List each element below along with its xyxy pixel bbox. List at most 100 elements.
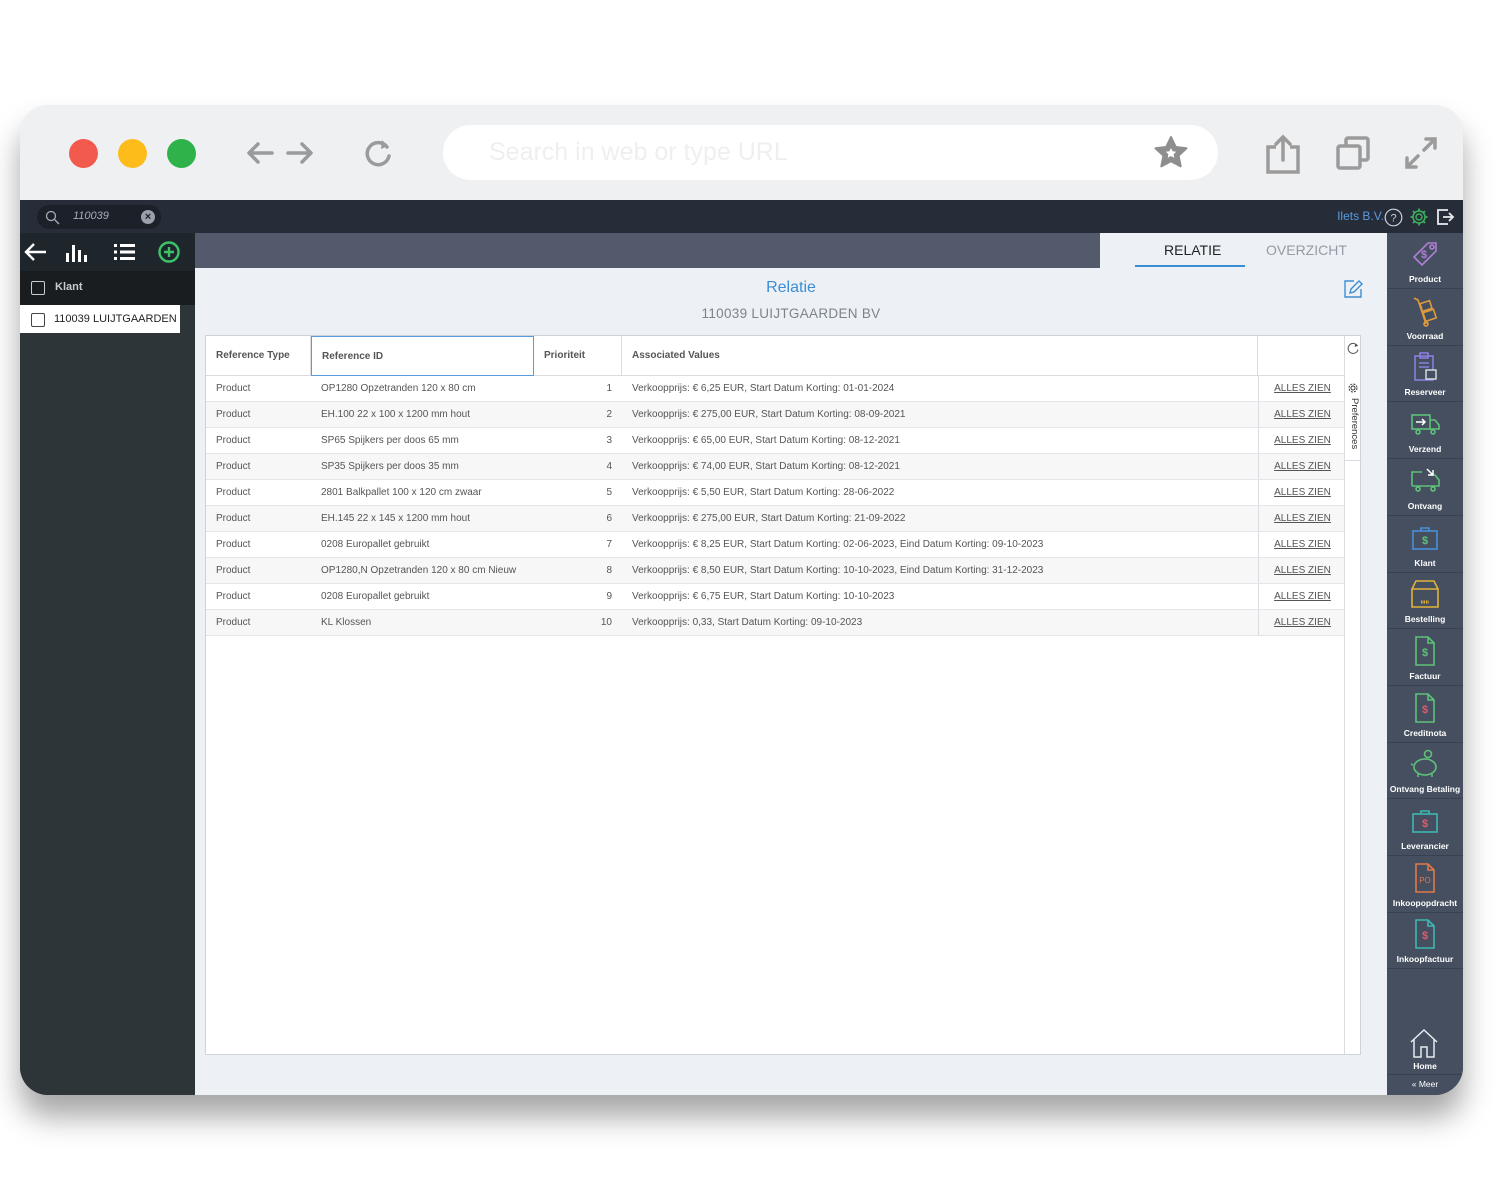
- cell-prioriteit: 7: [606, 539, 612, 550]
- list-item[interactable]: 110039 LUIJTGAARDEN BV: [20, 305, 180, 333]
- fullscreen-icon[interactable]: [1403, 135, 1439, 171]
- piggy-bank-icon: [1410, 749, 1437, 778]
- see-all-link[interactable]: ALLES ZIEN: [1259, 610, 1346, 636]
- nav-item-home[interactable]: Home: [1387, 1026, 1463, 1074]
- column-header-associated-values[interactable]: Associated Values: [622, 336, 1258, 376]
- cell-reference-id: 0208 Europallet gebruikt: [321, 591, 430, 602]
- select-all-checkbox[interactable]: [31, 281, 45, 295]
- nav-item-leverancier[interactable]: $ Leverancier: [1387, 800, 1463, 856]
- nav-item-label: Reserveer: [1404, 387, 1446, 398]
- see-all-link[interactable]: ALLES ZIEN: [1259, 532, 1346, 558]
- minimize-window-button[interactable]: [118, 139, 147, 168]
- nav-item-voorraad[interactable]: Voorraad: [1387, 290, 1463, 346]
- url-bar[interactable]: [443, 125, 1218, 180]
- tabs-icon[interactable]: [1335, 135, 1371, 171]
- table-row[interactable]: Product SP65 Spijkers per doos 65 mm 3 Verk…: [206, 428, 1346, 454]
- forward-arrow-icon[interactable]: [282, 135, 318, 171]
- see-all-link[interactable]: ALLES ZIEN: [1259, 376, 1346, 402]
- clear-icon[interactable]: ×: [141, 210, 155, 224]
- search-icon: [45, 210, 60, 225]
- back-arrow-icon[interactable]: [23, 239, 49, 265]
- nav-item-product[interactable]: $ Product: [1387, 233, 1463, 289]
- tab-relatie[interactable]: RELATIE: [1164, 242, 1221, 258]
- global-search[interactable]: 110039 ×: [37, 205, 161, 229]
- table-row[interactable]: Product 0208 Europallet gebruikt 7 Verkoopp…: [206, 532, 1346, 558]
- table-row[interactable]: Product SP35 Spijkers per doos 35 mm 4 Verk…: [206, 454, 1346, 480]
- nav-item-inkoopfactuur[interactable]: $ Inkoopfactuur: [1387, 913, 1463, 970]
- list-item-checkbox[interactable]: [31, 313, 45, 327]
- table-row[interactable]: Product EH.145 22 x 145 x 1200 mm hout 6 Ve…: [206, 506, 1346, 532]
- nav-item-label: Klant: [1414, 557, 1436, 568]
- bar-chart-icon[interactable]: [63, 239, 89, 265]
- svg-text:?: ?: [1390, 213, 1396, 225]
- column-header-actions: [1258, 336, 1346, 376]
- column-header-reference-id[interactable]: Reference ID: [311, 336, 534, 376]
- nav-item-factuur[interactable]: $ Factuur: [1387, 630, 1463, 686]
- share-icon[interactable]: [1263, 133, 1303, 175]
- right-nav: $ Product Voorraad Reserveer Verzend Ontvang $…: [1387, 233, 1463, 1095]
- table-row[interactable]: Product KL Klossen 10 Verkoopprijs: 0,33, S…: [206, 610, 1346, 636]
- page-title: Relatie: [766, 279, 816, 296]
- column-header-reference-type[interactable]: Reference Type: [206, 336, 311, 376]
- cell-prioriteit: 5: [606, 487, 612, 498]
- reload-icon[interactable]: [360, 135, 396, 171]
- maximize-window-button[interactable]: [167, 139, 196, 168]
- company-name[interactable]: Ilets B.V.: [1337, 209, 1384, 223]
- nav-item-label: Product: [1408, 274, 1442, 284]
- see-all-link[interactable]: ALLES ZIEN: [1259, 558, 1346, 584]
- nav-item-bestelling[interactable]: Bestelling: [1387, 573, 1463, 630]
- nav-item-reserveer[interactable]: Reserveer: [1387, 346, 1463, 403]
- see-all-link[interactable]: ALLES ZIEN: [1259, 480, 1346, 506]
- cell-prioriteit: 9: [606, 591, 612, 602]
- preferences-tab[interactable]: Preferences: [1345, 376, 1361, 461]
- add-circle-icon[interactable]: [156, 239, 182, 265]
- table-row[interactable]: Product OP1280,N Opzetranden 120 x 80 cm …: [206, 558, 1346, 584]
- nav-item-verzend[interactable]: Verzend: [1387, 403, 1463, 460]
- table-row[interactable]: Product EH.100 22 x 100 x 1200 mm hout 2 Ve…: [206, 402, 1346, 428]
- refresh-icon[interactable]: [1346, 341, 1360, 355]
- help-icon[interactable]: ?: [1384, 208, 1403, 227]
- star-icon[interactable]: [1152, 134, 1190, 172]
- gear-icon[interactable]: [1409, 207, 1429, 227]
- nav-item-label: Bestelling: [1404, 614, 1446, 625]
- truck-receive-icon: [1411, 468, 1440, 492]
- column-header-prioriteit[interactable]: Prioriteit: [534, 336, 622, 376]
- table-row[interactable]: Product 2801 Balkpallet 100 x 120 cm zwaa…: [206, 480, 1346, 506]
- nav-item-ontvang-betaling[interactable]: Ontvang Betaling: [1387, 743, 1463, 800]
- preferences-label: Preferences: [1349, 398, 1360, 450]
- invoice-dollar-icon: $: [1415, 636, 1435, 666]
- more-button[interactable]: « Meer: [1387, 1074, 1463, 1095]
- see-all-link[interactable]: ALLES ZIEN: [1259, 584, 1346, 610]
- cell-prioriteit: 1: [606, 383, 612, 394]
- gear-icon: [1348, 383, 1358, 393]
- back-arrow-icon[interactable]: [242, 135, 278, 171]
- nav-item-inkoopopdracht[interactable]: PO Inkoopopdracht: [1387, 857, 1463, 913]
- cell-reference-type: Product: [216, 617, 251, 628]
- search-value[interactable]: 110039: [73, 210, 109, 222]
- edit-icon[interactable]: [1342, 278, 1364, 300]
- clipboard-box-icon: [1414, 352, 1437, 382]
- tab-overzicht[interactable]: OVERZICHT: [1266, 242, 1347, 258]
- home-icon: [1410, 1028, 1438, 1058]
- page-subtitle: 110039 LUIJTGAARDEN BV: [701, 306, 881, 321]
- left-panel: Klant 110039 LUIJTGAARDEN BV: [20, 233, 195, 1095]
- cell-reference-id: SP65 Spijkers per doos 65 mm: [321, 435, 459, 446]
- url-input[interactable]: [489, 125, 1129, 180]
- nav-item-klant[interactable]: $ Klant: [1387, 517, 1463, 573]
- list-icon[interactable]: [112, 239, 138, 265]
- nav-item-label: Creditnota: [1403, 727, 1447, 738]
- see-all-link[interactable]: ALLES ZIEN: [1259, 402, 1346, 428]
- see-all-link[interactable]: ALLES ZIEN: [1259, 454, 1346, 480]
- nav-item-ontvang[interactable]: Ontvang: [1387, 460, 1463, 516]
- table-row[interactable]: Product 0208 Europallet gebruikt 9 Verkoopp…: [206, 584, 1346, 610]
- table-row[interactable]: Product OP1280 Opzetranden 120 x 80 cm 1 Ve…: [206, 376, 1346, 402]
- nav-item-label: Factuur: [1409, 670, 1441, 681]
- cell-reference-id: 2801 Balkpallet 100 x 120 cm zwaar: [321, 487, 482, 498]
- nav-item-creditnota[interactable]: $ Creditnota: [1387, 687, 1463, 743]
- see-all-link[interactable]: ALLES ZIEN: [1259, 506, 1346, 532]
- close-window-button[interactable]: [69, 139, 98, 168]
- logout-icon[interactable]: [1435, 207, 1455, 227]
- see-all-link[interactable]: ALLES ZIEN: [1259, 428, 1346, 454]
- left-panel-toolbar: [20, 233, 195, 271]
- svg-text:$: $: [1422, 704, 1428, 716]
